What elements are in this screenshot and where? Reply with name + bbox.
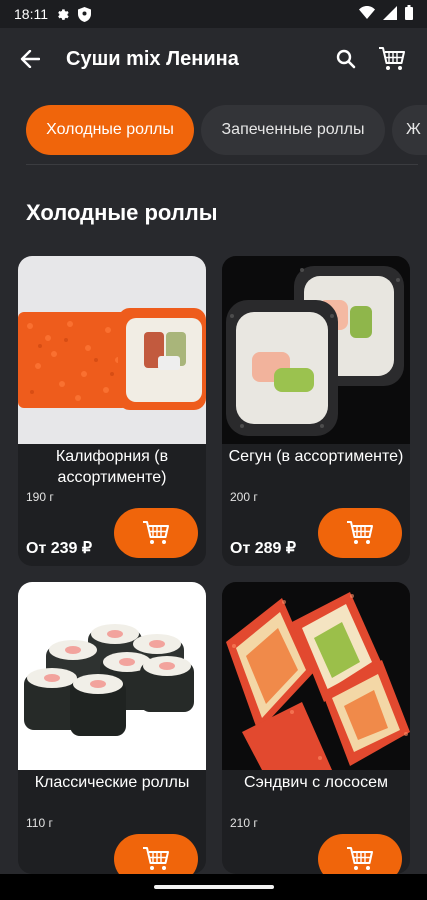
divider [26, 164, 418, 165]
search-button[interactable] [323, 28, 369, 90]
cart-add-icon [143, 847, 169, 870]
cart-button[interactable] [369, 28, 415, 90]
product-card[interactable]: Сегун (в ассортименте) 200 г От 289 ₽ [222, 256, 410, 566]
app-bar: Суши mix Ленина [0, 28, 427, 90]
shield-icon [78, 6, 91, 22]
add-to-cart-button[interactable] [318, 508, 402, 558]
product-weight: 110 г [26, 816, 53, 830]
product-name: Калифорния (в ассортименте) [55, 448, 169, 486]
product-image-california [18, 256, 206, 444]
status-time: 18:11 [14, 6, 48, 22]
cart-add-icon [143, 521, 169, 544]
product-weight: 190 г [26, 490, 54, 504]
product-image-segun [222, 256, 410, 444]
page-title: Суши mix Ленина [66, 47, 239, 70]
back-arrow-icon [20, 50, 40, 68]
home-gesture-handle[interactable] [153, 885, 274, 889]
product-name: Классические роллы [34, 774, 190, 791]
search-icon [336, 49, 356, 69]
add-to-cart-button[interactable] [114, 508, 198, 558]
product-weight: 210 г [230, 816, 258, 830]
cart-icon [379, 47, 405, 70]
product-image-salmon-sandwich [222, 582, 410, 770]
category-tabs: Холодные роллы Запеченные роллы Ж [0, 105, 427, 157]
section-title: Холодные роллы [26, 200, 218, 225]
product-weight: 200 г [230, 490, 258, 504]
product-image-classic-rolls [18, 582, 206, 770]
product-price: От 289 ₽ [230, 540, 297, 557]
signal-icon [383, 5, 397, 23]
system-nav-bar [0, 874, 427, 900]
add-to-cart-button[interactable] [318, 834, 402, 874]
wifi-icon [359, 6, 375, 22]
battery-icon [405, 5, 413, 23]
product-name: Сегун (в ассортименте) [228, 448, 404, 465]
cart-add-icon [347, 521, 373, 544]
gear-icon [56, 7, 70, 21]
cart-add-icon [347, 847, 373, 870]
category-chip-next[interactable]: Ж [392, 105, 427, 155]
category-chip-cold-rolls[interactable]: Холодные роллы [26, 105, 194, 155]
add-to-cart-button[interactable] [114, 834, 198, 874]
product-name: Сэндвич с лососем [244, 774, 388, 791]
category-chip-baked-rolls[interactable]: Запеченные роллы [201, 105, 385, 155]
product-card[interactable]: Калифорния (в ассортименте) 190 г От 239… [18, 256, 206, 566]
back-button[interactable] [0, 28, 60, 90]
product-card[interactable]: Сэндвич с лососем 210 г [222, 582, 410, 874]
status-bar: 18:11 [0, 0, 427, 28]
product-price: От 239 ₽ [26, 540, 93, 557]
product-card[interactable]: Классические роллы 110 г [18, 582, 206, 874]
